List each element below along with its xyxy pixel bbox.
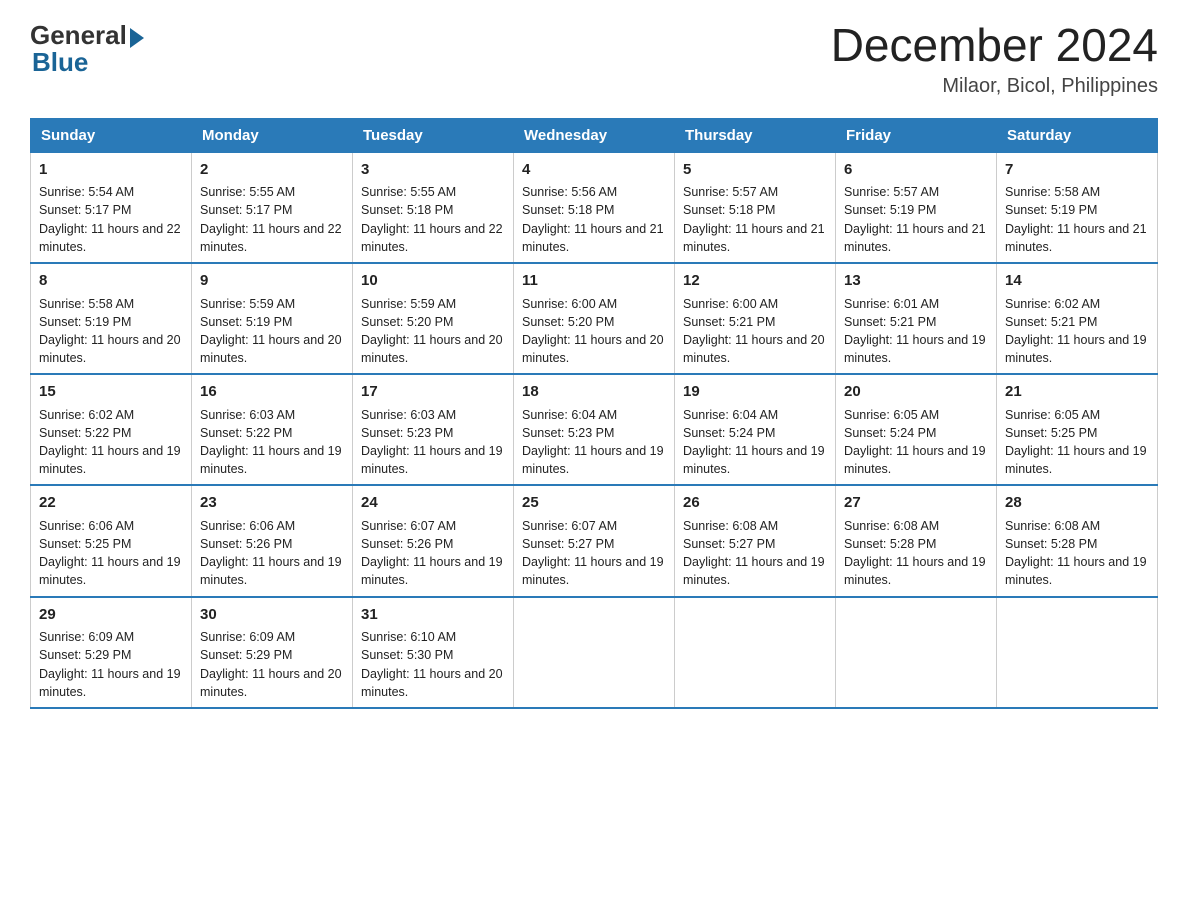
day-number: 6	[844, 159, 988, 181]
month-year-title: December 2024	[831, 20, 1158, 71]
calendar-cell: 16Sunrise: 6:03 AMSunset: 5:22 PMDayligh…	[192, 374, 353, 485]
calendar-cell	[836, 597, 997, 708]
calendar-cell: 18Sunrise: 6:04 AMSunset: 5:23 PMDayligh…	[514, 374, 675, 485]
day-number: 11	[522, 270, 666, 292]
day-number: 5	[683, 159, 827, 181]
calendar-cell: 26Sunrise: 6:08 AMSunset: 5:27 PMDayligh…	[675, 485, 836, 596]
day-number: 15	[39, 381, 183, 403]
day-number: 30	[200, 604, 344, 626]
calendar-week-5: 29Sunrise: 6:09 AMSunset: 5:29 PMDayligh…	[31, 597, 1158, 708]
day-number: 24	[361, 492, 505, 514]
day-number: 19	[683, 381, 827, 403]
calendar-cell: 6Sunrise: 5:57 AMSunset: 5:19 PMDaylight…	[836, 152, 997, 263]
page-header: General Blue December 2024 Milaor, Bicol…	[30, 20, 1158, 98]
logo: General Blue	[30, 20, 144, 78]
day-number: 10	[361, 270, 505, 292]
day-number: 20	[844, 381, 988, 403]
calendar-cell: 14Sunrise: 6:02 AMSunset: 5:21 PMDayligh…	[997, 263, 1158, 374]
day-number: 8	[39, 270, 183, 292]
logo-blue-text: Blue	[32, 47, 88, 78]
calendar-cell: 1Sunrise: 5:54 AMSunset: 5:17 PMDaylight…	[31, 152, 192, 263]
calendar-cell	[514, 597, 675, 708]
calendar-cell: 15Sunrise: 6:02 AMSunset: 5:22 PMDayligh…	[31, 374, 192, 485]
day-number: 4	[522, 159, 666, 181]
calendar-cell: 31Sunrise: 6:10 AMSunset: 5:30 PMDayligh…	[353, 597, 514, 708]
calendar-cell: 13Sunrise: 6:01 AMSunset: 5:21 PMDayligh…	[836, 263, 997, 374]
calendar-week-2: 8Sunrise: 5:58 AMSunset: 5:19 PMDaylight…	[31, 263, 1158, 374]
calendar-cell: 5Sunrise: 5:57 AMSunset: 5:18 PMDaylight…	[675, 152, 836, 263]
location-subtitle: Milaor, Bicol, Philippines	[831, 75, 1158, 98]
col-saturday: Saturday	[997, 118, 1158, 152]
calendar-cell: 28Sunrise: 6:08 AMSunset: 5:28 PMDayligh…	[997, 485, 1158, 596]
calendar-header: Sunday Monday Tuesday Wednesday Thursday…	[31, 118, 1158, 152]
day-number: 26	[683, 492, 827, 514]
day-number: 27	[844, 492, 988, 514]
day-number: 22	[39, 492, 183, 514]
calendar-cell: 9Sunrise: 5:59 AMSunset: 5:19 PMDaylight…	[192, 263, 353, 374]
day-number: 29	[39, 604, 183, 626]
col-wednesday: Wednesday	[514, 118, 675, 152]
day-number: 25	[522, 492, 666, 514]
calendar-cell: 21Sunrise: 6:05 AMSunset: 5:25 PMDayligh…	[997, 374, 1158, 485]
col-monday: Monday	[192, 118, 353, 152]
day-number: 2	[200, 159, 344, 181]
day-number: 23	[200, 492, 344, 514]
col-tuesday: Tuesday	[353, 118, 514, 152]
day-number: 12	[683, 270, 827, 292]
calendar-cell: 8Sunrise: 5:58 AMSunset: 5:19 PMDaylight…	[31, 263, 192, 374]
col-sunday: Sunday	[31, 118, 192, 152]
calendar-cell: 30Sunrise: 6:09 AMSunset: 5:29 PMDayligh…	[192, 597, 353, 708]
calendar-cell: 23Sunrise: 6:06 AMSunset: 5:26 PMDayligh…	[192, 485, 353, 596]
calendar-week-1: 1Sunrise: 5:54 AMSunset: 5:17 PMDaylight…	[31, 152, 1158, 263]
day-number: 1	[39, 159, 183, 181]
calendar-cell: 7Sunrise: 5:58 AMSunset: 5:19 PMDaylight…	[997, 152, 1158, 263]
calendar-cell: 19Sunrise: 6:04 AMSunset: 5:24 PMDayligh…	[675, 374, 836, 485]
day-number: 13	[844, 270, 988, 292]
day-number: 17	[361, 381, 505, 403]
calendar-cell: 2Sunrise: 5:55 AMSunset: 5:17 PMDaylight…	[192, 152, 353, 263]
day-number: 18	[522, 381, 666, 403]
day-number: 14	[1005, 270, 1149, 292]
calendar-table: Sunday Monday Tuesday Wednesday Thursday…	[30, 118, 1158, 709]
calendar-cell: 27Sunrise: 6:08 AMSunset: 5:28 PMDayligh…	[836, 485, 997, 596]
day-number: 21	[1005, 381, 1149, 403]
day-number: 28	[1005, 492, 1149, 514]
header-row: Sunday Monday Tuesday Wednesday Thursday…	[31, 118, 1158, 152]
col-thursday: Thursday	[675, 118, 836, 152]
day-number: 31	[361, 604, 505, 626]
title-block: December 2024 Milaor, Bicol, Philippines	[831, 20, 1158, 98]
calendar-cell: 25Sunrise: 6:07 AMSunset: 5:27 PMDayligh…	[514, 485, 675, 596]
calendar-cell: 11Sunrise: 6:00 AMSunset: 5:20 PMDayligh…	[514, 263, 675, 374]
calendar-cell: 29Sunrise: 6:09 AMSunset: 5:29 PMDayligh…	[31, 597, 192, 708]
calendar-cell: 4Sunrise: 5:56 AMSunset: 5:18 PMDaylight…	[514, 152, 675, 263]
calendar-cell	[997, 597, 1158, 708]
calendar-cell	[675, 597, 836, 708]
day-number: 3	[361, 159, 505, 181]
day-number: 16	[200, 381, 344, 403]
calendar-cell: 12Sunrise: 6:00 AMSunset: 5:21 PMDayligh…	[675, 263, 836, 374]
day-number: 9	[200, 270, 344, 292]
calendar-cell: 10Sunrise: 5:59 AMSunset: 5:20 PMDayligh…	[353, 263, 514, 374]
day-number: 7	[1005, 159, 1149, 181]
col-friday: Friday	[836, 118, 997, 152]
calendar-week-3: 15Sunrise: 6:02 AMSunset: 5:22 PMDayligh…	[31, 374, 1158, 485]
calendar-cell: 3Sunrise: 5:55 AMSunset: 5:18 PMDaylight…	[353, 152, 514, 263]
calendar-cell: 22Sunrise: 6:06 AMSunset: 5:25 PMDayligh…	[31, 485, 192, 596]
calendar-cell: 24Sunrise: 6:07 AMSunset: 5:26 PMDayligh…	[353, 485, 514, 596]
calendar-week-4: 22Sunrise: 6:06 AMSunset: 5:25 PMDayligh…	[31, 485, 1158, 596]
logo-arrow-icon	[130, 28, 144, 48]
calendar-body: 1Sunrise: 5:54 AMSunset: 5:17 PMDaylight…	[31, 152, 1158, 708]
calendar-cell: 17Sunrise: 6:03 AMSunset: 5:23 PMDayligh…	[353, 374, 514, 485]
calendar-cell: 20Sunrise: 6:05 AMSunset: 5:24 PMDayligh…	[836, 374, 997, 485]
